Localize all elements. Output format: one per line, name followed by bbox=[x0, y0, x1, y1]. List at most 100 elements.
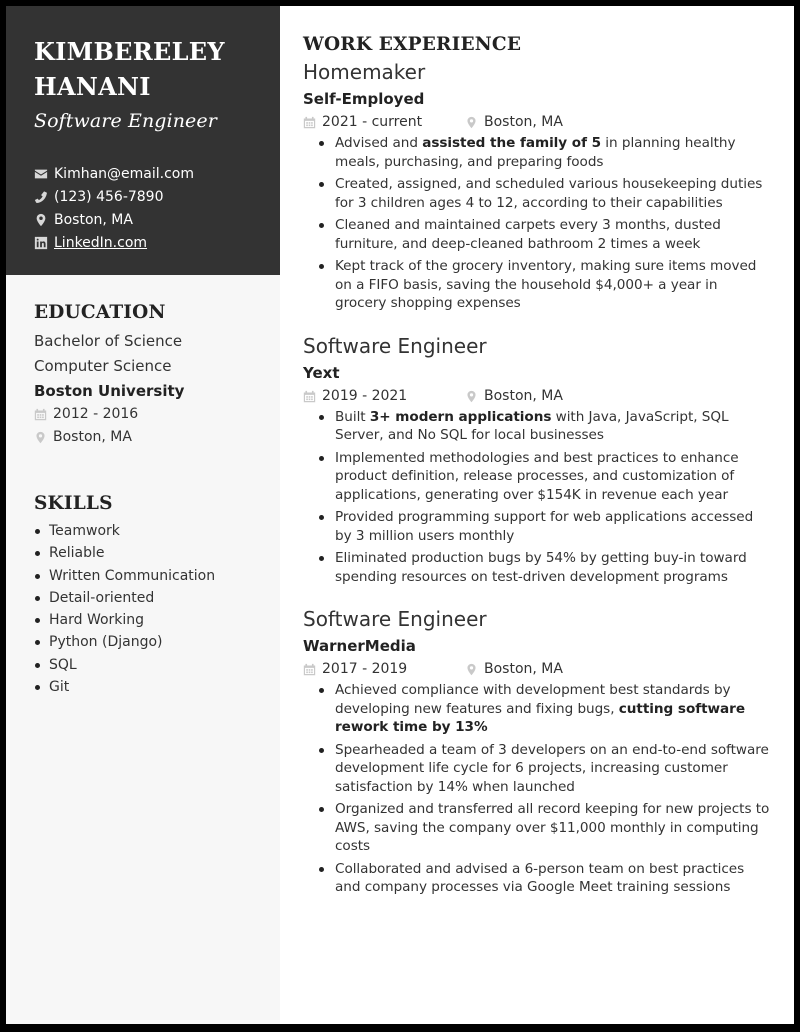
education-heading: EDUCATION bbox=[34, 302, 166, 323]
job-entry: Software Engineer WarnerMedia 2017 - 2019 B… bbox=[303, 604, 773, 897]
job-title: Software Engineer bbox=[303, 607, 487, 631]
skill-item: Reliable bbox=[34, 542, 274, 564]
company-name: WarnerMedia bbox=[303, 637, 416, 655]
job-title: Software Engineer bbox=[303, 333, 487, 358]
contact-linkedin[interactable]: LinkedIn.com bbox=[34, 231, 194, 254]
bullet-text: Implemented methodologies and best pract… bbox=[335, 449, 739, 503]
job-bullet: Collaborated and advised a 6-person team… bbox=[317, 860, 773, 897]
skill-item: Hard Working bbox=[34, 609, 274, 631]
job-bullet: Created, assigned, and scheduled various… bbox=[317, 175, 773, 212]
company-name: Yext bbox=[303, 363, 340, 382]
job-bullet: Built 3+ modern applications with Java, … bbox=[317, 408, 773, 445]
map-pin-icon bbox=[34, 213, 48, 227]
calendar-icon bbox=[303, 116, 316, 129]
map-pin-icon bbox=[467, 116, 476, 129]
map-pin-icon bbox=[467, 390, 476, 402]
education-section: EDUCATION Bachelor of Science Computer S… bbox=[34, 302, 274, 449]
education-dates-text: 2012 - 2016 bbox=[53, 406, 139, 422]
job-location-text: Boston, MA bbox=[484, 114, 563, 130]
name-line-1: KIMBERELEY bbox=[34, 37, 225, 66]
job-location-text: Boston, MA bbox=[484, 661, 563, 677]
company-name: Self-Employed bbox=[303, 90, 425, 108]
education-dates: 2012 - 2016 bbox=[34, 403, 274, 426]
envelope-icon bbox=[34, 167, 48, 181]
job-meta: 2017 - 2019 Boston, MA bbox=[303, 658, 773, 681]
resume-page: KIMBERELEY HANANI Software Engineer Kimh… bbox=[6, 6, 794, 1024]
education-field: Computer Science bbox=[34, 357, 172, 375]
skills-section: SKILLS Teamwork Reliable Written Communi… bbox=[34, 493, 274, 698]
education-school: Boston University bbox=[34, 382, 185, 400]
job-entry: Software Engineer Yext 2019 - 2021 Boston, … bbox=[303, 331, 773, 587]
location-text: Boston, MA bbox=[54, 211, 133, 228]
work-experience-heading: WORK EXPERIENCE bbox=[303, 34, 522, 55]
job-location: Boston, MA bbox=[465, 111, 563, 134]
job-bullets: Advised and assisted the family of 5 in … bbox=[317, 134, 773, 313]
bullet-highlight: 3+ modern applications bbox=[369, 408, 552, 425]
job-bullet: Eliminated production bugs by 54% by get… bbox=[317, 549, 773, 586]
job-dates: 2017 - 2019 bbox=[303, 658, 465, 681]
job-location-text: Boston, MA bbox=[484, 387, 563, 404]
calendar-icon bbox=[303, 390, 316, 402]
education-location: Boston, MA bbox=[34, 426, 274, 449]
skills-list: Teamwork Reliable Written Communication … bbox=[34, 520, 274, 698]
bullet-text: Kept track of the grocery inventory, mak… bbox=[335, 258, 757, 311]
education-degree: Bachelor of Science bbox=[34, 332, 183, 350]
job-dates: 2019 - 2021 bbox=[303, 385, 465, 408]
job-dates-text: 2021 - current bbox=[322, 114, 423, 130]
bullet-text: Built bbox=[335, 408, 370, 425]
skill-item: Written Communication bbox=[34, 565, 274, 587]
linkedin-icon bbox=[34, 236, 48, 250]
candidate-title: Software Engineer bbox=[34, 110, 217, 132]
bullet-text: Collaborated and advised a 6-person team… bbox=[335, 860, 745, 896]
candidate-name: KIMBERELEY HANANI bbox=[34, 34, 274, 104]
skills-heading: SKILLS bbox=[34, 493, 113, 514]
contact-email[interactable]: Kimhan@email.com bbox=[34, 162, 194, 185]
phone-icon bbox=[34, 190, 48, 204]
sidebar: KIMBERELEY HANANI Software Engineer Kimh… bbox=[6, 6, 280, 1024]
job-bullet: Implemented methodologies and best pract… bbox=[317, 449, 773, 505]
bullet-text: Advised and bbox=[335, 135, 423, 151]
email-text: Kimhan@email.com bbox=[54, 165, 194, 182]
skill-item: Python (Django) bbox=[34, 631, 274, 653]
job-meta: 2021 - current Boston, MA bbox=[303, 111, 773, 134]
contact-list: Kimhan@email.com (123) 456-7890 Boston, … bbox=[34, 162, 194, 254]
bullet-text: Organized and transferred all record kee… bbox=[335, 801, 770, 854]
job-list: Homemaker Self-Employed 2021 - current Bost… bbox=[303, 57, 773, 897]
bullet-text: Provided programming support for web app… bbox=[335, 509, 754, 544]
bullet-text: Created, assigned, and scheduled various… bbox=[335, 176, 763, 211]
job-bullet: Organized and transferred all record kee… bbox=[317, 800, 773, 856]
calendar-icon bbox=[34, 408, 47, 421]
name-line-2: HANANI bbox=[34, 72, 151, 101]
contact-location: Boston, MA bbox=[34, 208, 194, 231]
job-bullets: Achieved compliance with development bes… bbox=[317, 681, 773, 897]
job-bullet: Achieved compliance with development bes… bbox=[317, 681, 773, 737]
job-bullets: Built 3+ modern applications with Java, … bbox=[317, 408, 773, 587]
phone-text: (123) 456-7890 bbox=[54, 188, 164, 205]
job-bullet: Cleaned and maintained carpets every 3 m… bbox=[317, 216, 773, 253]
job-location: Boston, MA bbox=[465, 658, 563, 681]
job-dates-text: 2019 - 2021 bbox=[322, 387, 408, 404]
linkedin-link[interactable]: LinkedIn.com bbox=[54, 235, 147, 251]
sidebar-header: KIMBERELEY HANANI Software Engineer Kimh… bbox=[6, 6, 280, 275]
job-bullet: Spearheaded a team of 3 developers on an… bbox=[317, 741, 773, 797]
education-location-text: Boston, MA bbox=[53, 429, 132, 445]
job-title: Homemaker bbox=[303, 60, 426, 84]
skill-item: Detail-oriented bbox=[34, 587, 274, 609]
bullet-text: Eliminated production bugs by 54% by get… bbox=[335, 550, 747, 585]
job-location: Boston, MA bbox=[465, 385, 563, 408]
job-bullet: Advised and assisted the family of 5 in … bbox=[317, 134, 773, 171]
job-dates-text: 2017 - 2019 bbox=[322, 661, 408, 677]
skill-item: Teamwork bbox=[34, 520, 274, 542]
job-bullet: Provided programming support for web app… bbox=[317, 508, 773, 545]
job-meta: 2019 - 2021 Boston, MA bbox=[303, 385, 773, 408]
job-dates: 2021 - current bbox=[303, 111, 465, 134]
job-entry: Homemaker Self-Employed 2021 - current Bost… bbox=[303, 57, 773, 313]
skill-item: Git bbox=[34, 676, 274, 698]
contact-phone[interactable]: (123) 456-7890 bbox=[34, 185, 194, 208]
calendar-icon bbox=[303, 663, 316, 676]
map-pin-icon bbox=[36, 431, 45, 444]
job-bullet: Kept track of the grocery inventory, mak… bbox=[317, 257, 773, 313]
main-content: WORK EXPERIENCE Homemaker Self-Employed 20… bbox=[303, 34, 773, 915]
bullet-highlight: assisted the family of 5 bbox=[422, 135, 602, 151]
map-pin-icon bbox=[467, 663, 476, 676]
